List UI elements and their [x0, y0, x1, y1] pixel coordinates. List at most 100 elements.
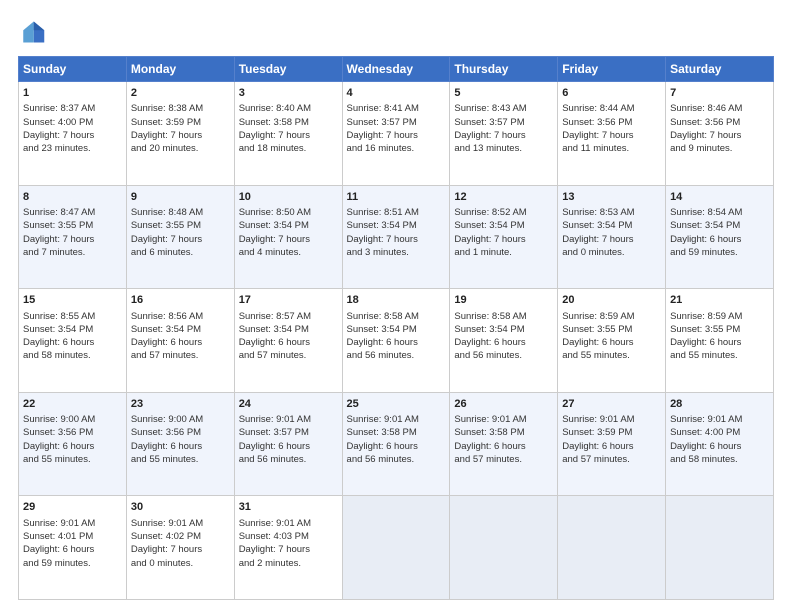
calendar-header-row: SundayMondayTuesdayWednesdayThursdayFrid…: [19, 57, 774, 82]
calendar-cell: 1Sunrise: 8:37 AMSunset: 4:00 PMDaylight…: [19, 82, 127, 186]
day-info-line: Daylight: 7 hours: [239, 543, 338, 556]
day-info-line: Sunrise: 8:47 AM: [23, 206, 122, 219]
calendar-cell: 20Sunrise: 8:59 AMSunset: 3:55 PMDayligh…: [558, 289, 666, 393]
day-info-line: and 59 minutes.: [670, 246, 769, 259]
day-info-line: Sunrise: 8:56 AM: [131, 310, 230, 323]
day-header-monday: Monday: [126, 57, 234, 82]
day-info-line: Sunrise: 8:57 AM: [239, 310, 338, 323]
day-info-line: Daylight: 7 hours: [562, 129, 661, 142]
day-info-line: Daylight: 7 hours: [131, 129, 230, 142]
day-info-line: and 57 minutes.: [454, 453, 553, 466]
day-number: 25: [347, 397, 446, 412]
day-number: 3: [239, 86, 338, 101]
calendar-cell: 13Sunrise: 8:53 AMSunset: 3:54 PMDayligh…: [558, 185, 666, 289]
day-info-line: Daylight: 6 hours: [23, 440, 122, 453]
calendar-cell: [666, 496, 774, 600]
week-row-2: 8Sunrise: 8:47 AMSunset: 3:55 PMDaylight…: [19, 185, 774, 289]
day-info-line: Sunrise: 9:00 AM: [131, 413, 230, 426]
day-info-line: Sunrise: 8:53 AM: [562, 206, 661, 219]
day-info-line: and 55 minutes.: [562, 349, 661, 362]
day-info-line: Sunrise: 8:58 AM: [347, 310, 446, 323]
day-info-line: Sunset: 3:54 PM: [347, 323, 446, 336]
calendar-cell: 17Sunrise: 8:57 AMSunset: 3:54 PMDayligh…: [234, 289, 342, 393]
day-number: 28: [670, 397, 769, 412]
day-info-line: and 55 minutes.: [670, 349, 769, 362]
day-info-line: Sunset: 3:58 PM: [239, 116, 338, 129]
day-info-line: and 0 minutes.: [131, 557, 230, 570]
day-info-line: Sunrise: 8:37 AM: [23, 102, 122, 115]
day-info-line: and 16 minutes.: [347, 142, 446, 155]
day-info-line: and 11 minutes.: [562, 142, 661, 155]
day-number: 26: [454, 397, 553, 412]
day-number: 27: [562, 397, 661, 412]
calendar-cell: 15Sunrise: 8:55 AMSunset: 3:54 PMDayligh…: [19, 289, 127, 393]
day-header-sunday: Sunday: [19, 57, 127, 82]
day-info-line: Daylight: 7 hours: [23, 129, 122, 142]
day-info-line: Sunrise: 8:44 AM: [562, 102, 661, 115]
day-info-line: Daylight: 6 hours: [131, 440, 230, 453]
day-info-line: Sunset: 3:59 PM: [562, 426, 661, 439]
day-number: 24: [239, 397, 338, 412]
calendar-cell: 6Sunrise: 8:44 AMSunset: 3:56 PMDaylight…: [558, 82, 666, 186]
day-info-line: Sunrise: 8:58 AM: [454, 310, 553, 323]
day-info-line: Daylight: 7 hours: [562, 233, 661, 246]
day-info-line: Daylight: 7 hours: [347, 233, 446, 246]
day-info-line: Sunrise: 9:01 AM: [670, 413, 769, 426]
day-info-line: and 6 minutes.: [131, 246, 230, 259]
day-info-line: and 56 minutes.: [347, 453, 446, 466]
day-info-line: Daylight: 7 hours: [131, 543, 230, 556]
day-info-line: Sunset: 3:55 PM: [131, 219, 230, 232]
day-info-line: Sunrise: 9:01 AM: [239, 413, 338, 426]
day-info-line: and 55 minutes.: [23, 453, 122, 466]
day-info-line: Daylight: 6 hours: [239, 440, 338, 453]
day-info-line: and 0 minutes.: [562, 246, 661, 259]
day-number: 16: [131, 293, 230, 308]
logo-icon: [18, 18, 46, 46]
calendar-cell: 5Sunrise: 8:43 AMSunset: 3:57 PMDaylight…: [450, 82, 558, 186]
day-info-line: Daylight: 6 hours: [562, 336, 661, 349]
calendar-cell: 31Sunrise: 9:01 AMSunset: 4:03 PMDayligh…: [234, 496, 342, 600]
day-info-line: Sunset: 4:01 PM: [23, 530, 122, 543]
day-info-line: Sunset: 3:58 PM: [454, 426, 553, 439]
calendar-cell: 22Sunrise: 9:00 AMSunset: 3:56 PMDayligh…: [19, 392, 127, 496]
day-number: 17: [239, 293, 338, 308]
day-info-line: Sunrise: 8:38 AM: [131, 102, 230, 115]
day-info-line: and 2 minutes.: [239, 557, 338, 570]
day-info-line: Sunset: 3:57 PM: [239, 426, 338, 439]
day-header-tuesday: Tuesday: [234, 57, 342, 82]
day-info-line: Daylight: 6 hours: [454, 440, 553, 453]
day-info-line: Sunset: 3:56 PM: [670, 116, 769, 129]
calendar-cell: 16Sunrise: 8:56 AMSunset: 3:54 PMDayligh…: [126, 289, 234, 393]
day-info-line: Sunset: 3:55 PM: [670, 323, 769, 336]
week-row-5: 29Sunrise: 9:01 AMSunset: 4:01 PMDayligh…: [19, 496, 774, 600]
calendar-cell: 25Sunrise: 9:01 AMSunset: 3:58 PMDayligh…: [342, 392, 450, 496]
calendar-cell: 2Sunrise: 8:38 AMSunset: 3:59 PMDaylight…: [126, 82, 234, 186]
day-number: 7: [670, 86, 769, 101]
calendar-cell: 26Sunrise: 9:01 AMSunset: 3:58 PMDayligh…: [450, 392, 558, 496]
day-number: 10: [239, 190, 338, 205]
logo: [18, 18, 50, 46]
day-info-line: Sunrise: 8:43 AM: [454, 102, 553, 115]
calendar-cell: 10Sunrise: 8:50 AMSunset: 3:54 PMDayligh…: [234, 185, 342, 289]
calendar-cell: 4Sunrise: 8:41 AMSunset: 3:57 PMDaylight…: [342, 82, 450, 186]
day-info-line: Sunset: 3:54 PM: [239, 219, 338, 232]
day-number: 8: [23, 190, 122, 205]
day-info-line: Sunrise: 8:40 AM: [239, 102, 338, 115]
day-number: 13: [562, 190, 661, 205]
day-number: 4: [347, 86, 446, 101]
day-info-line: Daylight: 7 hours: [131, 233, 230, 246]
calendar-cell: 8Sunrise: 8:47 AMSunset: 3:55 PMDaylight…: [19, 185, 127, 289]
day-info-line: Sunrise: 9:01 AM: [562, 413, 661, 426]
day-info-line: Sunrise: 9:01 AM: [239, 517, 338, 530]
day-info-line: Sunrise: 8:48 AM: [131, 206, 230, 219]
day-header-thursday: Thursday: [450, 57, 558, 82]
day-info-line: Sunrise: 9:01 AM: [23, 517, 122, 530]
day-info-line: Sunset: 3:54 PM: [131, 323, 230, 336]
day-info-line: and 57 minutes.: [131, 349, 230, 362]
day-number: 31: [239, 500, 338, 515]
day-number: 18: [347, 293, 446, 308]
calendar-cell: 23Sunrise: 9:00 AMSunset: 3:56 PMDayligh…: [126, 392, 234, 496]
day-info-line: Sunset: 3:54 PM: [562, 219, 661, 232]
week-row-1: 1Sunrise: 8:37 AMSunset: 4:00 PMDaylight…: [19, 82, 774, 186]
calendar-cell: [342, 496, 450, 600]
